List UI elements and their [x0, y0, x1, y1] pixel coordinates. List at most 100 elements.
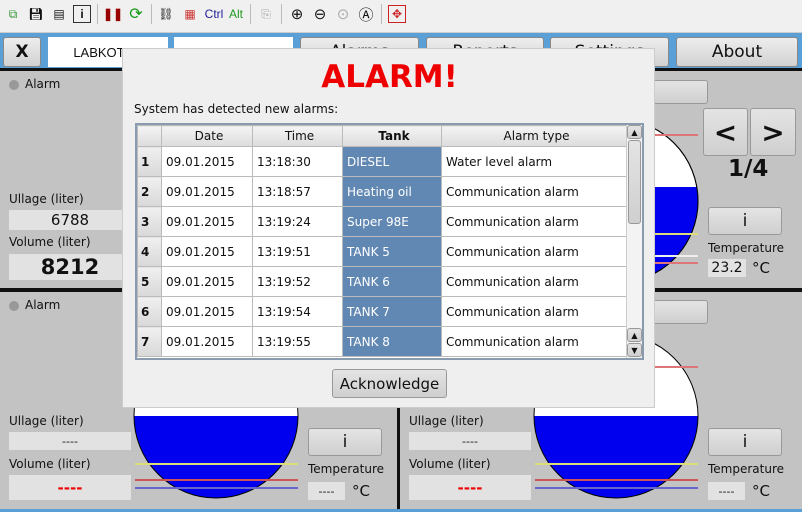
- scroll-up-icon[interactable]: ▲: [627, 125, 642, 139]
- temperature-label: Temperature: [308, 462, 385, 476]
- alarm-indicator: [9, 80, 19, 90]
- alarm-type-cell: Communication alarm: [441, 296, 628, 327]
- row-number: 5: [137, 266, 162, 297]
- ullage-value: ----: [409, 432, 531, 450]
- tank-cell: TANK 7: [342, 296, 442, 327]
- alarm-type-cell: Communication alarm: [441, 266, 628, 297]
- time-cell: 13:19:24: [252, 206, 343, 237]
- alarm-type-cell: Water level alarm: [441, 146, 628, 177]
- tank-cell: DIESEL: [342, 146, 442, 177]
- properties-icon[interactable]: ▤: [50, 5, 68, 23]
- alarm-type-cell: Communication alarm: [441, 206, 628, 237]
- pause-icon[interactable]: ❚❚: [103, 5, 123, 23]
- temperature-value: ----: [708, 482, 745, 500]
- column-header-alarm-type[interactable]: Alarm type: [441, 125, 628, 147]
- alarm-dialog: ALARM! System has detected new alarms: D…: [122, 48, 655, 408]
- dialog-title: ALARM!: [321, 59, 458, 95]
- ullage-label: Ullage (liter): [409, 414, 484, 428]
- date-cell: 09.01.2015: [161, 206, 253, 237]
- toolbar: ⧉ 💾︎ ▤ i ❚❚ ⟳ ⛓ ▦ Ctrl Alt ⎘ ⊕ ⊖ ⊙ Ⓐ ✥: [0, 0, 802, 33]
- date-cell: 09.01.2015: [161, 176, 253, 207]
- prev-tank-button[interactable]: <: [703, 108, 748, 156]
- alt-button[interactable]: Alt: [228, 5, 244, 23]
- row-number: 1: [137, 146, 162, 177]
- time-cell: 13:19:52: [252, 266, 343, 297]
- volume-label: Volume (liter): [9, 235, 91, 249]
- tank-cell: TANK 5: [342, 236, 442, 267]
- paste-icon[interactable]: ⎘: [257, 5, 275, 23]
- column-header-date[interactable]: Date: [161, 125, 253, 147]
- row-number: 7: [137, 326, 162, 357]
- zoom-in-icon[interactable]: ⊕: [288, 5, 306, 23]
- ullage-label: Ullage (liter): [9, 414, 84, 428]
- tank-cell: Heating oil: [342, 176, 442, 207]
- close-button[interactable]: X: [3, 37, 41, 67]
- volume-label: Volume (liter): [409, 457, 491, 471]
- acknowledge-button[interactable]: Acknowledge: [332, 369, 447, 398]
- date-cell: 09.01.2015: [161, 146, 253, 177]
- temperature-unit: °C: [752, 482, 770, 500]
- scroll-down-icon[interactable]: ▼: [627, 343, 642, 357]
- column-header-index: [137, 125, 162, 147]
- info-button[interactable]: i: [708, 428, 782, 456]
- link-icon[interactable]: ⛓: [157, 5, 175, 23]
- temperature-value: ----: [308, 482, 345, 500]
- zoom-out-icon[interactable]: ⊖: [311, 5, 329, 23]
- table-row[interactable]: 5 09.01.2015 13:19:52 TANK 6 Communication a…: [137, 266, 628, 297]
- alarm-type-cell: Communication alarm: [441, 176, 628, 207]
- scrollbar[interactable]: ▲ ▲ ▼: [626, 125, 642, 358]
- row-number: 2: [137, 176, 162, 207]
- info-button[interactable]: i: [708, 207, 782, 235]
- row-number: 6: [137, 296, 162, 327]
- page-indicator: 1/4: [728, 156, 769, 182]
- tab-about[interactable]: About: [676, 37, 798, 67]
- table-row[interactable]: 4 09.01.2015 13:19:51 TANK 5 Communication a…: [137, 236, 628, 267]
- refresh-icon[interactable]: ⟳: [127, 5, 145, 23]
- ullage-value: 6788: [9, 210, 131, 230]
- fullscreen-icon[interactable]: ✥: [388, 5, 406, 23]
- ullage-label: Ullage (liter): [9, 192, 84, 206]
- temperature-label: Temperature: [708, 241, 785, 255]
- save-icon[interactable]: 💾︎: [27, 5, 45, 23]
- keyboard-icon[interactable]: ▦: [181, 5, 199, 23]
- time-cell: 13:18:57: [252, 176, 343, 207]
- time-cell: 13:19:55: [252, 326, 343, 357]
- dialog-subtitle: System has detected new alarms:: [134, 102, 339, 116]
- date-cell: 09.01.2015: [161, 326, 253, 357]
- tank-cell: TANK 8: [342, 326, 442, 357]
- alarm-type-cell: Communication alarm: [441, 236, 628, 267]
- info-button[interactable]: i: [308, 428, 382, 456]
- alarm-label: Alarm: [25, 77, 61, 91]
- scroll-up-icon[interactable]: ▲: [627, 328, 642, 342]
- zoom-fit-icon[interactable]: ⊙: [334, 5, 352, 23]
- temperature-unit: °C: [752, 259, 770, 277]
- ctrl-button[interactable]: Ctrl: [203, 5, 225, 23]
- temperature-label: Temperature: [708, 462, 785, 476]
- scroll-thumb[interactable]: [628, 140, 641, 224]
- copy-screen-icon[interactable]: ⧉: [4, 5, 22, 23]
- table-row[interactable]: 1 09.01.2015 13:18:30 DIESEL Water level ala…: [137, 146, 628, 177]
- ullage-value: ----: [9, 432, 131, 450]
- volume-value: ----: [9, 475, 131, 500]
- temperature-value: 23.2: [708, 259, 746, 277]
- column-header-time[interactable]: Time: [252, 125, 343, 147]
- time-cell: 13:18:30: [252, 146, 343, 177]
- table-header: Date Time Tank Alarm type: [137, 125, 628, 147]
- table-row[interactable]: 7 09.01.2015 13:19:55 TANK 8 Communication a…: [137, 326, 628, 357]
- zoom-reset-icon[interactable]: Ⓐ: [357, 5, 375, 24]
- next-tank-button[interactable]: >: [750, 108, 796, 156]
- row-number: 3: [137, 206, 162, 237]
- column-header-tank[interactable]: Tank: [342, 125, 442, 147]
- volume-value: ----: [409, 475, 531, 500]
- time-cell: 13:19:54: [252, 296, 343, 327]
- alarm-table: Date Time Tank Alarm type 1 09.01.2015 13:…: [135, 123, 644, 360]
- alarm-type-cell: Communication alarm: [441, 326, 628, 357]
- info-icon[interactable]: i: [73, 5, 91, 23]
- temperature-unit: °C: [352, 482, 370, 500]
- volume-value: 8212: [9, 254, 131, 280]
- volume-label: Volume (liter): [9, 457, 91, 471]
- table-row[interactable]: 6 09.01.2015 13:19:54 TANK 7 Communication a…: [137, 296, 628, 327]
- table-row[interactable]: 2 09.01.2015 13:18:57 Heating oil Communicat…: [137, 176, 628, 207]
- table-row[interactable]: 3 09.01.2015 13:19:24 Super 98E Communicatio…: [137, 206, 628, 237]
- date-cell: 09.01.2015: [161, 296, 253, 327]
